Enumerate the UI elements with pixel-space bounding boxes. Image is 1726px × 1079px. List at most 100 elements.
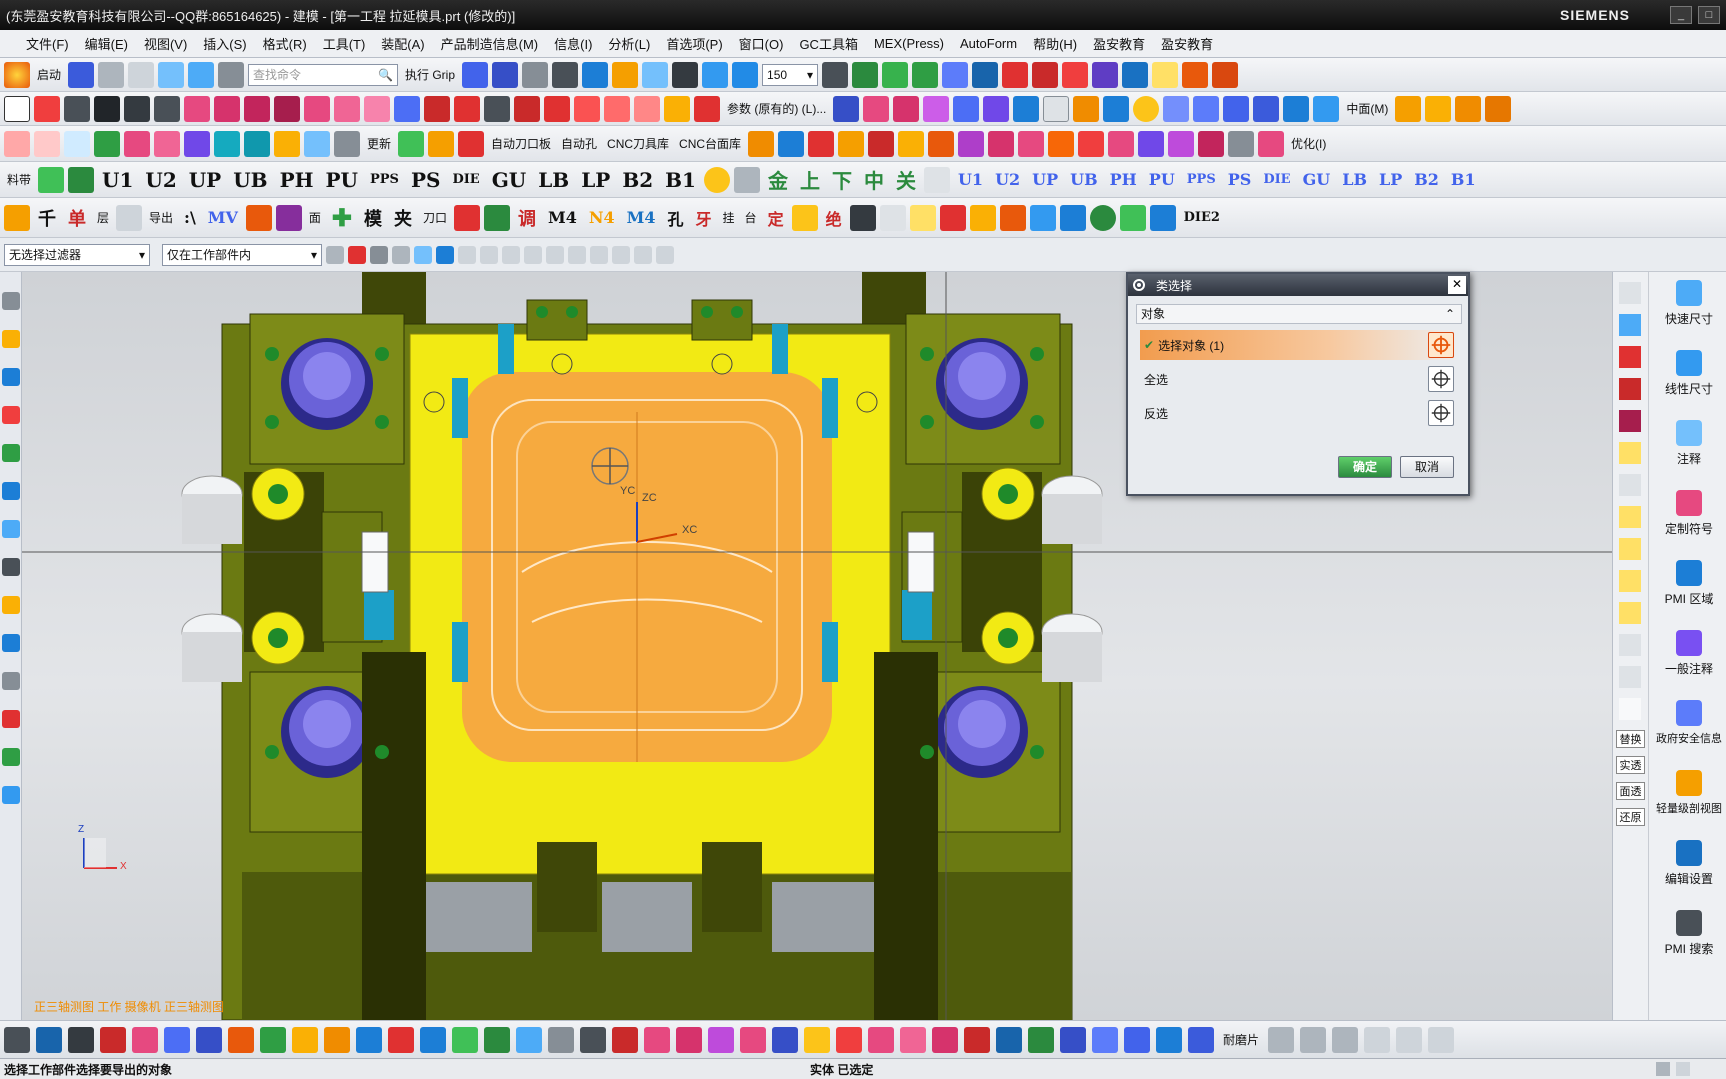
sphere-icon[interactable] bbox=[1133, 95, 1160, 122]
snap-quadrant-icon[interactable] bbox=[590, 245, 608, 264]
cylinder-icon[interactable] bbox=[1103, 95, 1130, 122]
point3-icon[interactable] bbox=[1062, 61, 1089, 88]
bolt-icon[interactable] bbox=[1059, 204, 1086, 231]
auto-tooth-button[interactable]: 牙 bbox=[692, 206, 716, 230]
max-icon[interactable] bbox=[4, 130, 30, 157]
mv-button[interactable]: MV bbox=[204, 208, 242, 227]
hang-button[interactable]: 挂 bbox=[720, 209, 738, 226]
sm-icon[interactable] bbox=[748, 130, 775, 157]
doc-tool2-icon[interactable] bbox=[1300, 1026, 1327, 1053]
doc-tool3-icon[interactable] bbox=[1332, 1026, 1359, 1053]
wand-icon[interactable] bbox=[158, 61, 185, 88]
government-security-button[interactable]: 政府安全信息 bbox=[1651, 700, 1726, 746]
check-two-icon[interactable] bbox=[1619, 442, 1641, 464]
cnc8-icon[interactable] bbox=[988, 130, 1015, 157]
param-icon[interactable] bbox=[694, 95, 720, 122]
cnc9-icon[interactable] bbox=[1018, 130, 1045, 157]
vertical-icon[interactable] bbox=[1619, 666, 1641, 688]
flag-icon[interactable] bbox=[454, 204, 481, 231]
stock-icon[interactable] bbox=[999, 204, 1026, 231]
crosshair-select-icon[interactable] bbox=[1428, 332, 1454, 358]
patch-icon[interactable] bbox=[983, 95, 1010, 122]
ok-button[interactable]: 确定 bbox=[1338, 456, 1392, 478]
gear-icon[interactable] bbox=[1132, 278, 1146, 292]
mesh-tool-icon[interactable] bbox=[484, 1026, 510, 1053]
text-icon[interactable] bbox=[398, 130, 425, 157]
cnc10-icon[interactable] bbox=[1048, 130, 1075, 157]
face-pull-button[interactable]: 面 bbox=[306, 209, 324, 226]
wear-icon[interactable] bbox=[154, 130, 180, 157]
select-objects-row[interactable]: ✔ 选择对象 (1) bbox=[1140, 330, 1460, 360]
thicken-icon[interactable] bbox=[1253, 95, 1280, 122]
minimize-button[interactable]: _ bbox=[1670, 6, 1692, 24]
ph-right-button[interactable]: PH bbox=[1106, 170, 1141, 189]
start-menu-button[interactable]: 启动 bbox=[34, 66, 64, 83]
cube-icon[interactable] bbox=[582, 61, 609, 88]
spline-tool-icon[interactable] bbox=[36, 1026, 62, 1053]
constraint-nav-icon[interactable] bbox=[2, 368, 20, 386]
extend-tool-icon[interactable] bbox=[900, 1026, 926, 1053]
shade-icon[interactable] bbox=[552, 61, 579, 88]
sketch-icon[interactable] bbox=[4, 95, 30, 122]
wear-plate-button[interactable]: 耐磨片 bbox=[1220, 1031, 1262, 1048]
arrow-icon[interactable] bbox=[34, 95, 60, 122]
split-tool-icon[interactable] bbox=[580, 1026, 606, 1053]
flange-tool-icon[interactable] bbox=[740, 1026, 766, 1053]
quick-dimension-button[interactable]: 快速尺寸 bbox=[1651, 280, 1726, 327]
auto-hole-icon-button[interactable]: 孔 bbox=[664, 206, 688, 230]
figure-icon[interactable] bbox=[275, 204, 302, 231]
subtract-icon[interactable] bbox=[1223, 95, 1250, 122]
window-mode-icon[interactable] bbox=[1676, 1062, 1690, 1076]
curvature-tool-icon[interactable] bbox=[772, 1026, 798, 1053]
param-button[interactable]: 参数 (原有的) (L)... bbox=[724, 100, 829, 117]
snap-center-icon[interactable] bbox=[568, 245, 586, 264]
export-button[interactable]: 导出 bbox=[146, 209, 176, 226]
grid-surface-icon[interactable] bbox=[953, 95, 980, 122]
save-icon[interactable] bbox=[68, 61, 95, 88]
lb-button[interactable]: LB bbox=[534, 168, 573, 192]
sweep-icon[interactable] bbox=[244, 95, 270, 122]
mold-icon[interactable] bbox=[522, 61, 549, 88]
optimize-button[interactable]: 优化(I) bbox=[1288, 135, 1329, 152]
b2-right-button[interactable]: B2 bbox=[1410, 170, 1443, 189]
table-button[interactable]: 台 bbox=[742, 209, 760, 226]
cancel-button[interactable]: 取消 bbox=[1400, 456, 1454, 478]
restore-button[interactable]: 还原 bbox=[1616, 808, 1645, 826]
mark-tool-icon[interactable] bbox=[388, 1026, 414, 1053]
gu-right-button[interactable]: GU bbox=[1299, 170, 1335, 189]
doc-tool6-icon[interactable] bbox=[1428, 1026, 1455, 1053]
command-search-input[interactable]: 查找命令 🔍 bbox=[248, 63, 399, 86]
clamp-button[interactable]: 夹 bbox=[390, 205, 416, 231]
filter-reset-icon[interactable] bbox=[326, 245, 344, 264]
cnc7-icon[interactable] bbox=[958, 130, 985, 157]
box-icon[interactable] bbox=[612, 61, 639, 88]
ps-right-button[interactable]: PS bbox=[1224, 170, 1256, 189]
punch-icon[interactable] bbox=[38, 166, 65, 193]
pps-right-button[interactable]: PPS bbox=[1183, 172, 1220, 187]
cnc6-icon[interactable] bbox=[928, 130, 955, 157]
gas-spring-icon[interactable] bbox=[1119, 204, 1146, 231]
auto-hole-button[interactable]: 自动孔 bbox=[558, 135, 600, 152]
pu-right-button[interactable]: PU bbox=[1145, 170, 1179, 189]
cnc5-icon[interactable] bbox=[898, 130, 925, 157]
draw-process-icon[interactable] bbox=[334, 130, 360, 157]
point2-icon[interactable] bbox=[1032, 61, 1059, 88]
process-icon[interactable] bbox=[2, 710, 20, 728]
drag-tool-icon[interactable] bbox=[676, 1026, 702, 1053]
add-icon[interactable]: ✚ bbox=[328, 203, 356, 232]
surface3-icon[interactable] bbox=[923, 95, 950, 122]
select-feature-icon[interactable] bbox=[348, 245, 366, 264]
die-right-button[interactable]: DIE bbox=[1259, 172, 1294, 187]
type-filter-dropdown[interactable]: 无选择过滤器 ▾ bbox=[4, 243, 150, 266]
shell-icon[interactable] bbox=[1283, 95, 1310, 122]
system-icon[interactable] bbox=[2, 672, 20, 690]
snap-face-icon[interactable] bbox=[656, 245, 674, 264]
absolute-button[interactable]: 绝 bbox=[822, 206, 846, 230]
curve-icon[interactable] bbox=[852, 61, 879, 88]
datum-icon[interactable] bbox=[64, 95, 90, 122]
start-icon[interactable] bbox=[4, 61, 30, 88]
list-icon[interactable] bbox=[2, 786, 20, 804]
snap-mid-icon[interactable] bbox=[502, 245, 520, 264]
roles-icon[interactable] bbox=[2, 634, 20, 652]
cnc3-icon[interactable] bbox=[838, 130, 865, 157]
